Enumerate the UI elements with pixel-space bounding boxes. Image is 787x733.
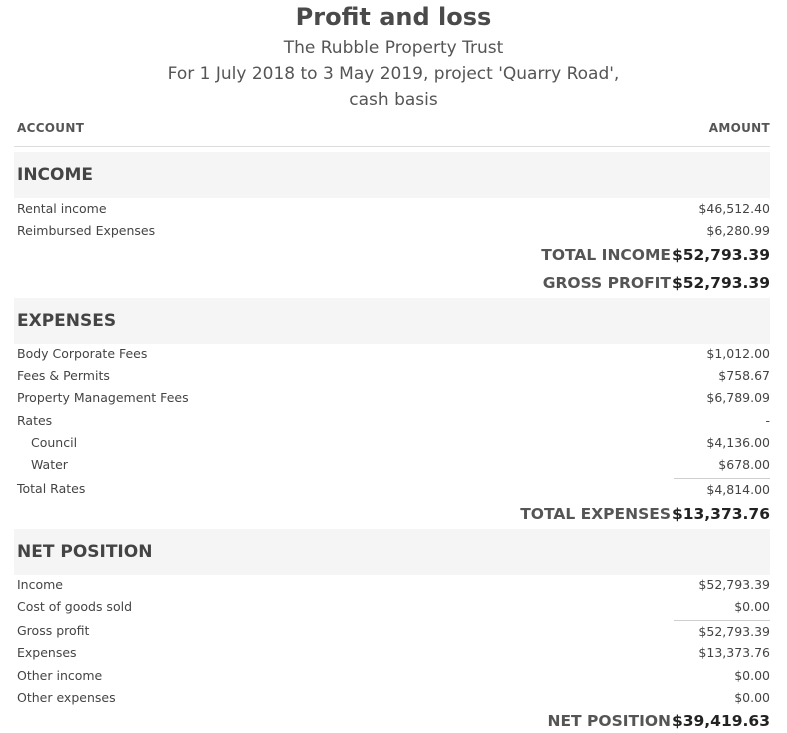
- column-header-account: ACCOUNT: [17, 121, 85, 135]
- expense-row-label: Total Rates: [17, 481, 86, 496]
- expense-row-label: Rates: [17, 413, 53, 428]
- gross-profit-value: $52,793.39: [671, 274, 770, 292]
- net-row-label: Other expenses: [17, 690, 116, 705]
- expense-row-value: $6,789.09: [706, 390, 770, 405]
- total-income-label: TOTAL INCOME: [541, 246, 671, 264]
- net-position-heading: NET POSITION: [17, 542, 153, 562]
- income-row-value: $46,512.40: [698, 201, 770, 216]
- net-row-label: Expenses: [17, 645, 77, 660]
- net-row-value: $0.00: [734, 668, 770, 683]
- header-divider: [14, 146, 770, 147]
- expense-subrow-value: $4,136.00: [706, 435, 770, 450]
- income-section-band: [14, 152, 770, 198]
- subtotal-divider: [674, 620, 770, 621]
- expense-row-value: $4,814.00: [706, 482, 770, 497]
- column-header-amount: AMOUNT: [708, 121, 770, 135]
- expenses-heading: EXPENSES: [17, 311, 117, 331]
- expense-row-label: Property Management Fees: [17, 390, 189, 405]
- income-heading: INCOME: [17, 165, 94, 185]
- total-income-value: $52,793.39: [671, 246, 770, 264]
- net-row-value: $0.00: [734, 599, 770, 614]
- net-row-label: Gross profit: [17, 623, 90, 638]
- report-period: For 1 July 2018 to 3 May 2019, project '…: [167, 64, 620, 84]
- expense-row-value: $758.67: [718, 368, 770, 383]
- expense-subrow-label: Water: [31, 457, 68, 472]
- net-row-value: $13,373.76: [698, 645, 770, 660]
- expense-row-label: Body Corporate Fees: [17, 346, 148, 361]
- expenses-section-band: [14, 298, 770, 344]
- company-name: The Rubble Property Trust: [283, 38, 504, 58]
- expense-row-value: $1,012.00: [706, 346, 770, 361]
- income-row-value: $6,280.99: [706, 223, 770, 238]
- net-position-total-label: NET POSITION: [547, 712, 672, 730]
- subtotal-divider: [674, 478, 770, 479]
- report-title: Profit and loss: [295, 3, 492, 31]
- expense-row-label: Fees & Permits: [17, 368, 110, 383]
- net-row-value: $52,793.39: [698, 577, 770, 592]
- gross-profit-label: GROSS PROFIT: [542, 274, 671, 292]
- report-basis: cash basis: [349, 90, 438, 110]
- net-row-label: Other income: [17, 668, 103, 683]
- expense-row-value: -: [765, 413, 770, 428]
- income-row-label: Reimbursed Expenses: [17, 223, 156, 238]
- income-row-label: Rental income: [17, 201, 107, 216]
- expense-subrow-label: Council: [31, 435, 78, 450]
- net-row-value: $52,793.39: [698, 624, 770, 639]
- net-row-label: Income: [17, 577, 63, 592]
- net-row-label: Cost of goods sold: [17, 599, 133, 614]
- total-expenses-label: TOTAL EXPENSES: [520, 505, 671, 523]
- total-expenses-value: $13,373.76: [671, 505, 770, 523]
- net-row-value: $0.00: [734, 690, 770, 705]
- net-position-total-value: $39,419.63: [671, 712, 770, 730]
- expense-subrow-value: $678.00: [718, 457, 770, 472]
